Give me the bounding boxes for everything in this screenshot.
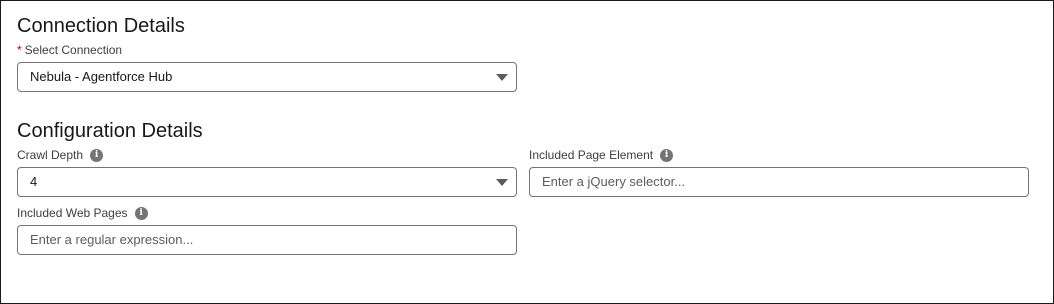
crawl-depth-label-text: Crawl Depth bbox=[17, 148, 84, 162]
chevron-down-icon bbox=[496, 179, 508, 186]
included-web-pages-placeholder: Enter a regular expression... bbox=[30, 232, 194, 247]
crawl-depth-dropdown[interactable]: 4 bbox=[17, 167, 517, 197]
info-icon[interactable]: i bbox=[90, 148, 104, 162]
select-connection-label: * Select Connection bbox=[17, 42, 122, 58]
crawl-depth-value: 4 bbox=[30, 174, 38, 189]
connection-config-panel: Connection Details * Select Connection N… bbox=[0, 0, 1054, 304]
select-connection-value: Nebula - Agentforce Hub bbox=[30, 69, 173, 84]
included-web-pages-input[interactable]: Enter a regular expression... bbox=[17, 225, 517, 255]
included-page-element-input[interactable]: Enter a jQuery selector... bbox=[529, 167, 1029, 197]
configuration-details-heading: Configuration Details bbox=[17, 120, 203, 142]
info-icon[interactable]: i bbox=[134, 206, 148, 220]
chevron-down-icon bbox=[496, 74, 508, 81]
included-page-element-placeholder: Enter a jQuery selector... bbox=[542, 174, 686, 189]
included-web-pages-label: Included Web Pages i bbox=[17, 205, 148, 221]
select-connection-dropdown[interactable]: Nebula - Agentforce Hub bbox=[17, 62, 517, 92]
required-indicator: * bbox=[17, 43, 22, 57]
included-page-element-label-text: Included Page Element bbox=[529, 148, 654, 162]
info-icon[interactable]: i bbox=[660, 148, 674, 162]
crawl-depth-label: Crawl Depth i bbox=[17, 147, 104, 163]
included-web-pages-label-text: Included Web Pages bbox=[17, 206, 128, 220]
select-connection-label-text: Select Connection bbox=[24, 43, 123, 57]
included-page-element-label: Included Page Element i bbox=[529, 147, 674, 163]
connection-details-heading: Connection Details bbox=[17, 15, 185, 37]
